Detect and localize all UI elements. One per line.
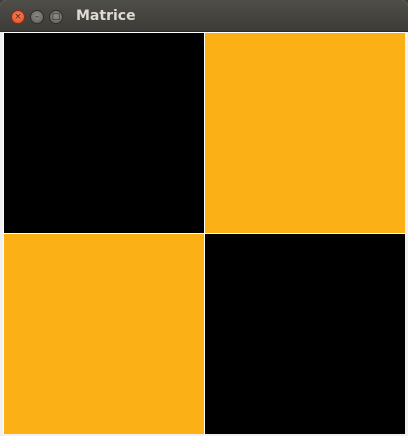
matrix-cell[interactable]	[205, 234, 405, 434]
close-window-button[interactable]: ×	[11, 10, 25, 24]
title-bar[interactable]: × – □ Matrice	[0, 0, 408, 32]
matrix-cell[interactable]	[205, 33, 405, 233]
close-icon: ×	[14, 11, 22, 22]
matrix-cell[interactable]	[4, 234, 204, 434]
maximize-icon: □	[51, 11, 61, 22]
matrix-grid	[3, 32, 405, 434]
window-title: Matrice	[76, 8, 136, 24]
matrix-cell[interactable]	[4, 33, 204, 233]
maximize-window-button[interactable]: □	[49, 10, 63, 24]
app-window: × – □ Matrice	[0, 0, 408, 436]
minimize-window-button[interactable]: –	[30, 10, 44, 24]
minimize-icon: –	[34, 11, 40, 22]
